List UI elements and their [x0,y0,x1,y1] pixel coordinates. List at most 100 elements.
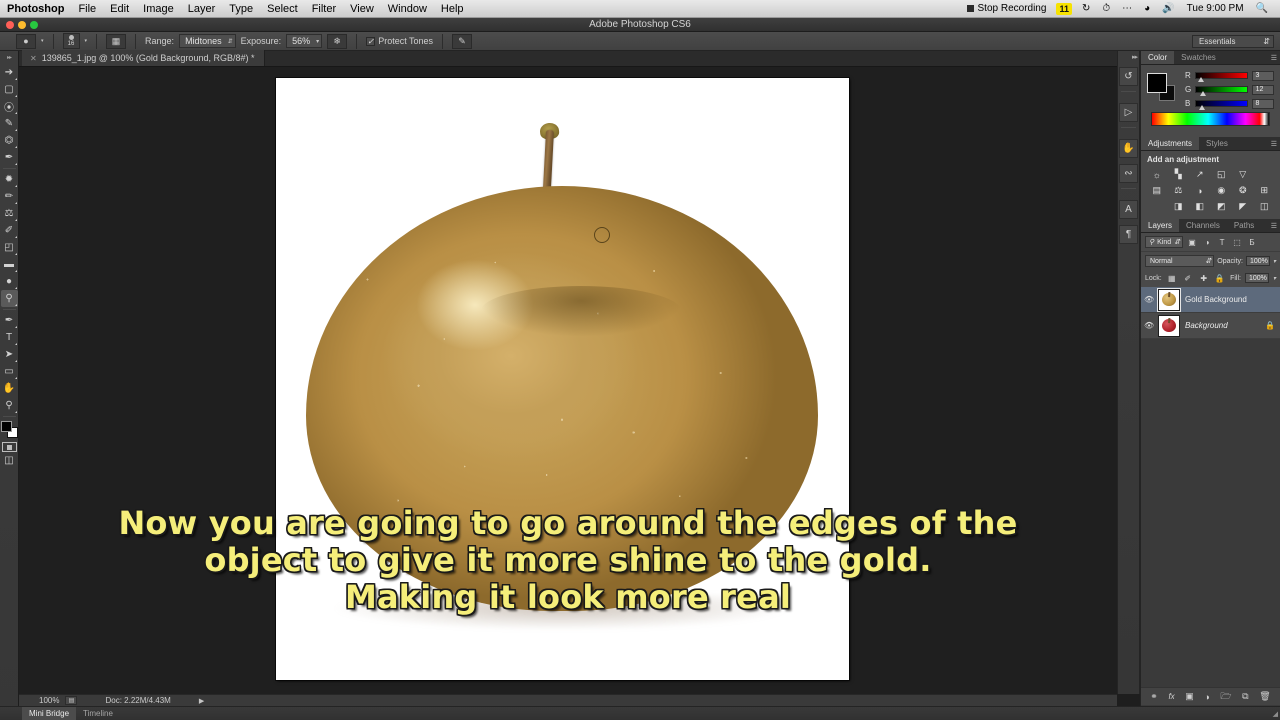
zoom-level[interactable]: 100% [39,696,59,705]
foreground-color-swatch-panel[interactable] [1147,73,1167,93]
move-tool[interactable]: ➔ [1,64,18,81]
threshold-icon[interactable]: ◩ [1212,200,1232,213]
lock-image-pixels-icon[interactable]: ✐ [1182,272,1194,284]
workspace-select[interactable]: Essentials ⇵ [1192,34,1274,48]
protect-tones-checkbox[interactable]: ✓ Protect Tones [366,36,433,46]
dodge-tool-icon[interactable]: ● [16,33,36,49]
menu-type[interactable]: Type [222,0,260,18]
red-slider-thumb[interactable] [1197,77,1204,82]
photo-filter-icon[interactable]: ◉ [1212,184,1232,197]
tab-channels[interactable]: Channels [1179,219,1227,232]
layer-style-icon[interactable]: fx [1168,692,1174,701]
spot-healing-brush-tool[interactable]: ✹ [1,171,18,188]
layer-row-gold-background[interactable]: 👁 Gold Background [1141,287,1280,313]
stop-recording-button[interactable]: Stop Recording [961,0,1053,18]
red-apple-thumbnail[interactable] [1158,314,1180,337]
character-panel-icon[interactable]: A [1119,200,1138,219]
lock-position-icon[interactable]: ✚ [1198,272,1210,284]
menu-help[interactable]: Help [434,0,471,18]
green-slider[interactable] [1195,86,1248,96]
document-tab[interactable]: ✕ 139865_1.jpg @ 100% (Gold Background, … [22,50,266,66]
menu-layer[interactable]: Layer [181,0,223,18]
exposure-icon[interactable]: ◱ [1212,168,1232,181]
resize-grip-icon[interactable]: ◢ [1273,710,1278,718]
black-white-icon[interactable]: ◑ [1190,184,1210,197]
green-value[interactable]: 12 [1251,84,1274,95]
green-slider-thumb[interactable] [1200,91,1207,96]
panel-menu-icon-adjustments[interactable]: ☰ [1271,137,1280,150]
red-value[interactable]: 3 [1251,70,1274,81]
eyedropper-tool[interactable]: ✒ [1,149,18,166]
filter-pixel-icon[interactable]: ▣ [1186,236,1198,248]
status-options-icon[interactable]: ▤ [65,696,78,705]
screen-mode-icon[interactable]: ◫ [1,452,18,469]
panel-menu-icon-layers[interactable]: ☰ [1271,219,1280,232]
posterize-icon[interactable]: ◧ [1190,200,1210,213]
history-panel-icon[interactable]: ↺ [1119,67,1138,86]
new-layer-icon[interactable]: ⧉ [1242,691,1248,702]
invert-icon[interactable]: ◨ [1169,200,1189,213]
zoom-tool[interactable]: ⚲ [1,397,18,414]
filter-adjustment-icon[interactable]: ◑ [1201,236,1213,248]
levels-icon[interactable]: ▚ [1169,168,1189,181]
exposure-input[interactable]: 56% ▾ [286,34,323,48]
history-brush-tool[interactable]: ✐ [1,222,18,239]
blend-mode-select[interactable]: Normal ⇵ [1145,255,1215,267]
dodge-tool[interactable]: ⚲ [0,290,18,307]
gradient-map-icon[interactable]: ◤ [1233,200,1253,213]
color-spectrum-ramp[interactable] [1151,112,1270,126]
rectangle-tool[interactable]: ▭ [1,363,18,380]
sync-icon[interactable]: ↻ [1076,0,1096,18]
menu-edit[interactable]: Edit [103,0,136,18]
brush-size-preview[interactable]: 16 [62,33,80,49]
range-select[interactable]: Midtones ⇵ [179,34,236,48]
tab-styles[interactable]: Styles [1199,137,1235,150]
menu-view[interactable]: View [343,0,381,18]
tab-adjustments[interactable]: Adjustments [1141,137,1200,150]
crop-tool[interactable]: ⏣ [1,132,18,149]
fill-value[interactable]: 100% [1244,273,1269,283]
blue-value[interactable]: 8 [1251,98,1274,109]
blue-slider-thumb[interactable] [1198,105,1205,110]
color-panel-swatches[interactable] [1147,73,1175,101]
clock-icon[interactable]: ⏱ [1096,0,1116,18]
gradient-tool[interactable]: ▬ [1,256,18,273]
collapse-panels-icon[interactable]: ▸▸ [1132,53,1139,61]
tool-preset-chevron-icon[interactable]: ▾ [41,38,44,44]
vibrance-icon[interactable]: ▽ [1233,168,1253,181]
paragraph-panel-icon[interactable]: ¶ [1119,225,1138,244]
blue-slider[interactable] [1194,100,1248,110]
quick-selection-tool[interactable]: ✎ [1,115,18,132]
quick-mask-icon[interactable] [1,442,17,452]
actions-panel-icon[interactable]: ▷ [1119,103,1138,122]
selective-color-icon[interactable]: ◫ [1255,200,1275,213]
filter-shape-icon[interactable]: ⬚ [1231,236,1243,248]
opacity-value[interactable]: 100% [1245,256,1270,266]
color-lookup-icon[interactable]: ⊞ [1255,184,1275,197]
layer-visibility-icon-gold[interactable]: 👁 [1144,295,1154,304]
layer-name-background[interactable]: Background [1185,321,1260,330]
filter-smart-object-icon[interactable]: Б [1246,236,1258,248]
close-icon[interactable]: ✕ [30,54,37,63]
pen-tool[interactable]: ✒ [1,312,18,329]
layer-filter-kind-select[interactable]: ⚲ Kind ⇵ [1145,236,1184,248]
brush-panel-icon[interactable]: ✋ [1119,139,1138,158]
blur-tool[interactable]: ● [1,273,18,290]
menu-image[interactable]: Image [136,0,181,18]
tab-swatches[interactable]: Swatches [1174,51,1223,64]
hand-tool[interactable]: ✋ [1,380,18,397]
menu-file[interactable]: File [71,0,103,18]
link-layers-icon[interactable]: ⚭ [1150,691,1158,702]
marquee-tool[interactable]: ▢ [1,81,18,98]
opacity-chevron-icon[interactable]: ▾ [1273,258,1276,265]
clone-source-panel-icon[interactable]: ∾ [1119,164,1138,183]
status-menu-arrow-icon[interactable]: ▶ [199,697,204,705]
layer-visibility-icon-background[interactable]: 👁 [1144,321,1154,330]
gold-apple-thumbnail[interactable] [1157,287,1181,312]
brush-tool[interactable]: ✏ [1,188,18,205]
foreground-background-colors[interactable] [0,421,18,438]
volume-icon[interactable]: 🔊 [1156,0,1180,18]
layer-name-gold-background[interactable]: Gold Background [1185,295,1275,304]
tab-mini-bridge[interactable]: Mini Bridge [22,707,77,720]
tab-timeline[interactable]: Timeline [76,707,120,720]
